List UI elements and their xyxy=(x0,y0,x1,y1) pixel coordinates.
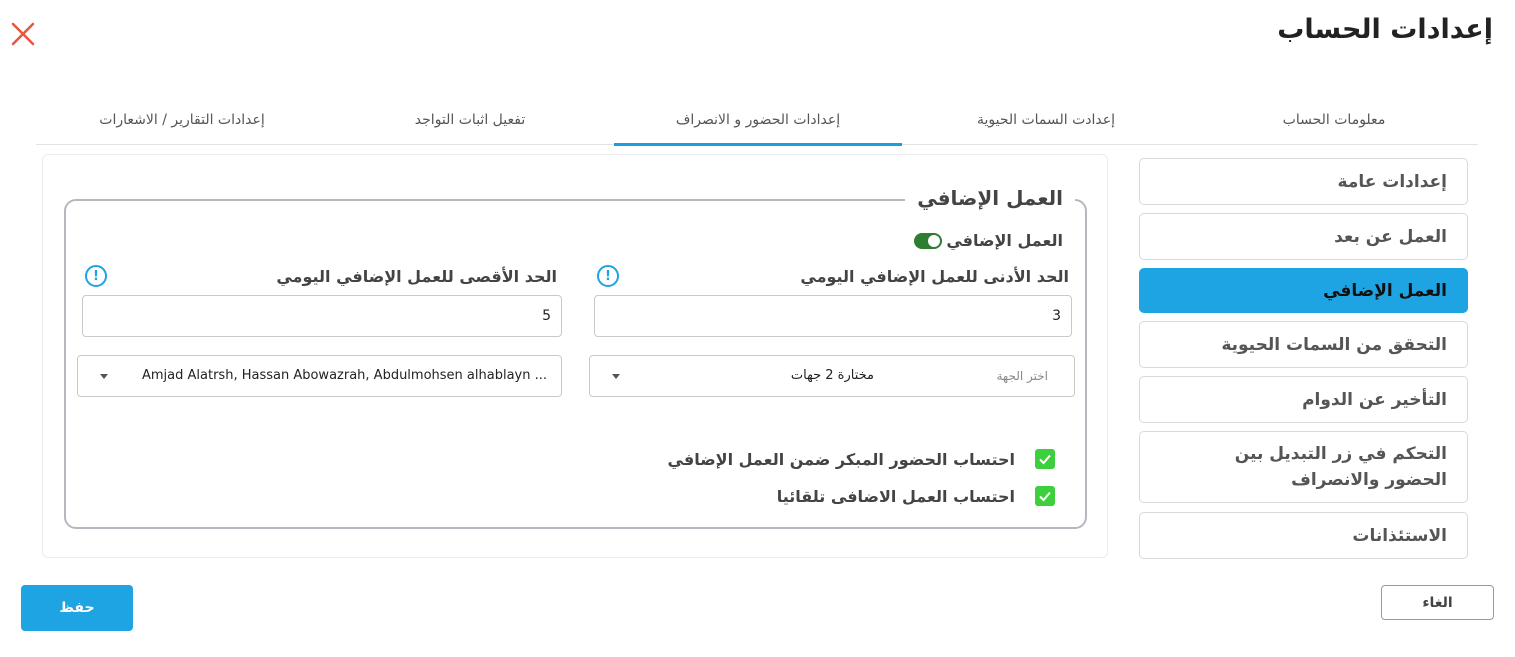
department-value: مختارة 2 جهات xyxy=(790,368,874,383)
early-attendance-label: احتساب الحضور المبكر ضمن العمل الإضافي xyxy=(667,449,1015,469)
check-icon xyxy=(1039,491,1051,502)
tab-bar: معلومات الحساب إعدادت السمات الحيوية إعد… xyxy=(36,96,1478,146)
sidebar-item-toggle-control[interactable]: التحكم في زر التبديل بين الحضور والانصرا… xyxy=(1139,431,1468,503)
toggle-label: العمل الإضافي xyxy=(946,231,1063,250)
auto-overtime-check-row: احتساب العمل الاضافى تلقائيا xyxy=(777,486,1055,506)
overtime-toggle-row: العمل الإضافي xyxy=(914,231,1063,250)
auto-overtime-label: احتساب العمل الاضافى تلقائيا xyxy=(776,486,1015,506)
close-icon[interactable] xyxy=(9,20,37,48)
cancel-button[interactable]: الغاء xyxy=(1381,585,1494,620)
save-button[interactable]: حفظ xyxy=(21,585,133,631)
max-overtime-input[interactable] xyxy=(82,295,562,337)
tab-presence-proof[interactable]: تفعيل اثبات التواجد xyxy=(326,96,614,144)
sidebar-item-general[interactable]: إعدادات عامة xyxy=(1139,158,1468,205)
early-attendance-check-row: احتساب الحضور المبكر ضمن العمل الإضافي xyxy=(668,449,1055,469)
overtime-toggle[interactable] xyxy=(914,232,943,249)
sidebar-item-biometric-check[interactable]: التحقق من السمات الحيوية xyxy=(1139,321,1468,368)
tab-reports-notifications[interactable]: إعدادات التقارير / الاشعارات xyxy=(38,96,326,144)
max-overtime-label: الحد الأقصى للعمل الإضافي اليومي xyxy=(276,267,557,286)
sidebar-item-remote-work[interactable]: العمل عن بعد xyxy=(1139,213,1468,260)
auto-overtime-checkbox[interactable] xyxy=(1035,486,1055,506)
min-overtime-input[interactable] xyxy=(594,295,1072,337)
overtime-fieldset: العمل الإضافي العمل الإضافي الحد الأدنى … xyxy=(64,186,1087,529)
fieldset-legend: العمل الإضافي xyxy=(905,186,1075,210)
tab-attendance[interactable]: إعدادات الحضور و الانصراف xyxy=(614,96,902,146)
tab-account-info[interactable]: معلومات الحساب xyxy=(1190,96,1478,144)
max-info-icon[interactable]: ! xyxy=(85,265,107,287)
toggle-knob xyxy=(928,234,941,247)
tab-biometrics[interactable]: إعدادت السمات الحيوية xyxy=(902,96,1190,144)
chevron-down-icon xyxy=(100,374,108,379)
users-value: Amjad Alatrsh, Hassan Abowazrah, Abdulmo… xyxy=(142,368,547,383)
sidebar-item-overtime[interactable]: العمل الإضافي xyxy=(1139,268,1468,313)
sidebar-item-lateness[interactable]: التأخير عن الدوام xyxy=(1139,376,1468,423)
chevron-down-icon xyxy=(612,374,620,379)
check-icon xyxy=(1039,454,1051,465)
department-placeholder: اختر الجهة xyxy=(996,369,1048,383)
early-attendance-checkbox[interactable] xyxy=(1035,449,1055,469)
users-select[interactable]: Amjad Alatrsh, Hassan Abowazrah, Abdulmo… xyxy=(77,355,562,397)
department-select[interactable]: اختر الجهة مختارة 2 جهات xyxy=(589,355,1075,397)
min-info-icon[interactable]: ! xyxy=(597,265,619,287)
min-overtime-label: الحد الأدنى للعمل الإضافي اليومي xyxy=(800,267,1069,286)
page-title: إعدادات الحساب xyxy=(1277,14,1493,45)
sidebar-item-permissions[interactable]: الاستئذانات xyxy=(1139,512,1468,559)
settings-panel: العمل الإضافي العمل الإضافي الحد الأدنى … xyxy=(42,154,1108,558)
